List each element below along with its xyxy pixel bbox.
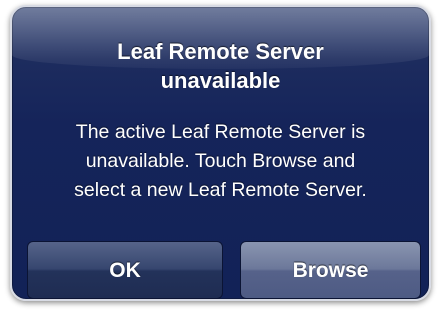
alert-message-line-2: unavailable. Touch Browse and — [85, 150, 356, 172]
ok-button[interactable]: OK — [27, 241, 223, 299]
alert-message-line-1: The active Leaf Remote Server is — [75, 121, 366, 143]
alert-message: The active Leaf Remote Server is unavail… — [26, 118, 415, 205]
alert-dialog: Leaf Remote Server unavailable The activ… — [10, 5, 431, 301]
alert-title-line-1: Leaf Remote Server — [117, 39, 324, 64]
alert-title: Leaf Remote Server unavailable — [12, 37, 429, 95]
alert-message-line-3: select a new Leaf Remote Server. — [74, 179, 367, 201]
browse-button[interactable]: Browse — [240, 241, 421, 299]
alert-title-line-2: unavailable — [160, 68, 281, 93]
